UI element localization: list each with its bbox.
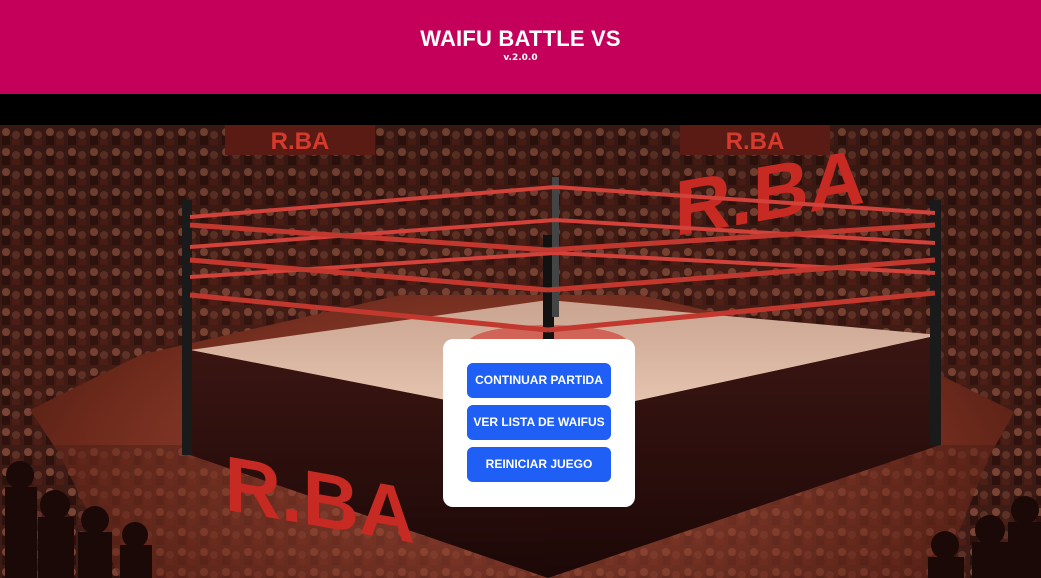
header-divider-band — [0, 94, 1041, 125]
main-menu-card: CONTINUAR PARTIDA VER LISTA DE WAIFUS RE… — [443, 339, 635, 507]
app-header: WAIFU BATTLE VS v.2.0.0 — [0, 0, 1041, 94]
banner-left: R.BA — [225, 125, 375, 155]
svg-text:R.BA: R.BA — [271, 128, 330, 155]
continue-game-button[interactable]: CONTINUAR PARTIDA — [467, 363, 611, 398]
version-label: v.2.0.0 — [503, 53, 538, 63]
view-waifu-list-button[interactable]: VER LISTA DE WAIFUS — [467, 405, 611, 440]
restart-game-button[interactable]: REINICIAR JUEGO — [467, 447, 611, 482]
app-title: WAIFU BATTLE VS — [420, 26, 621, 51]
